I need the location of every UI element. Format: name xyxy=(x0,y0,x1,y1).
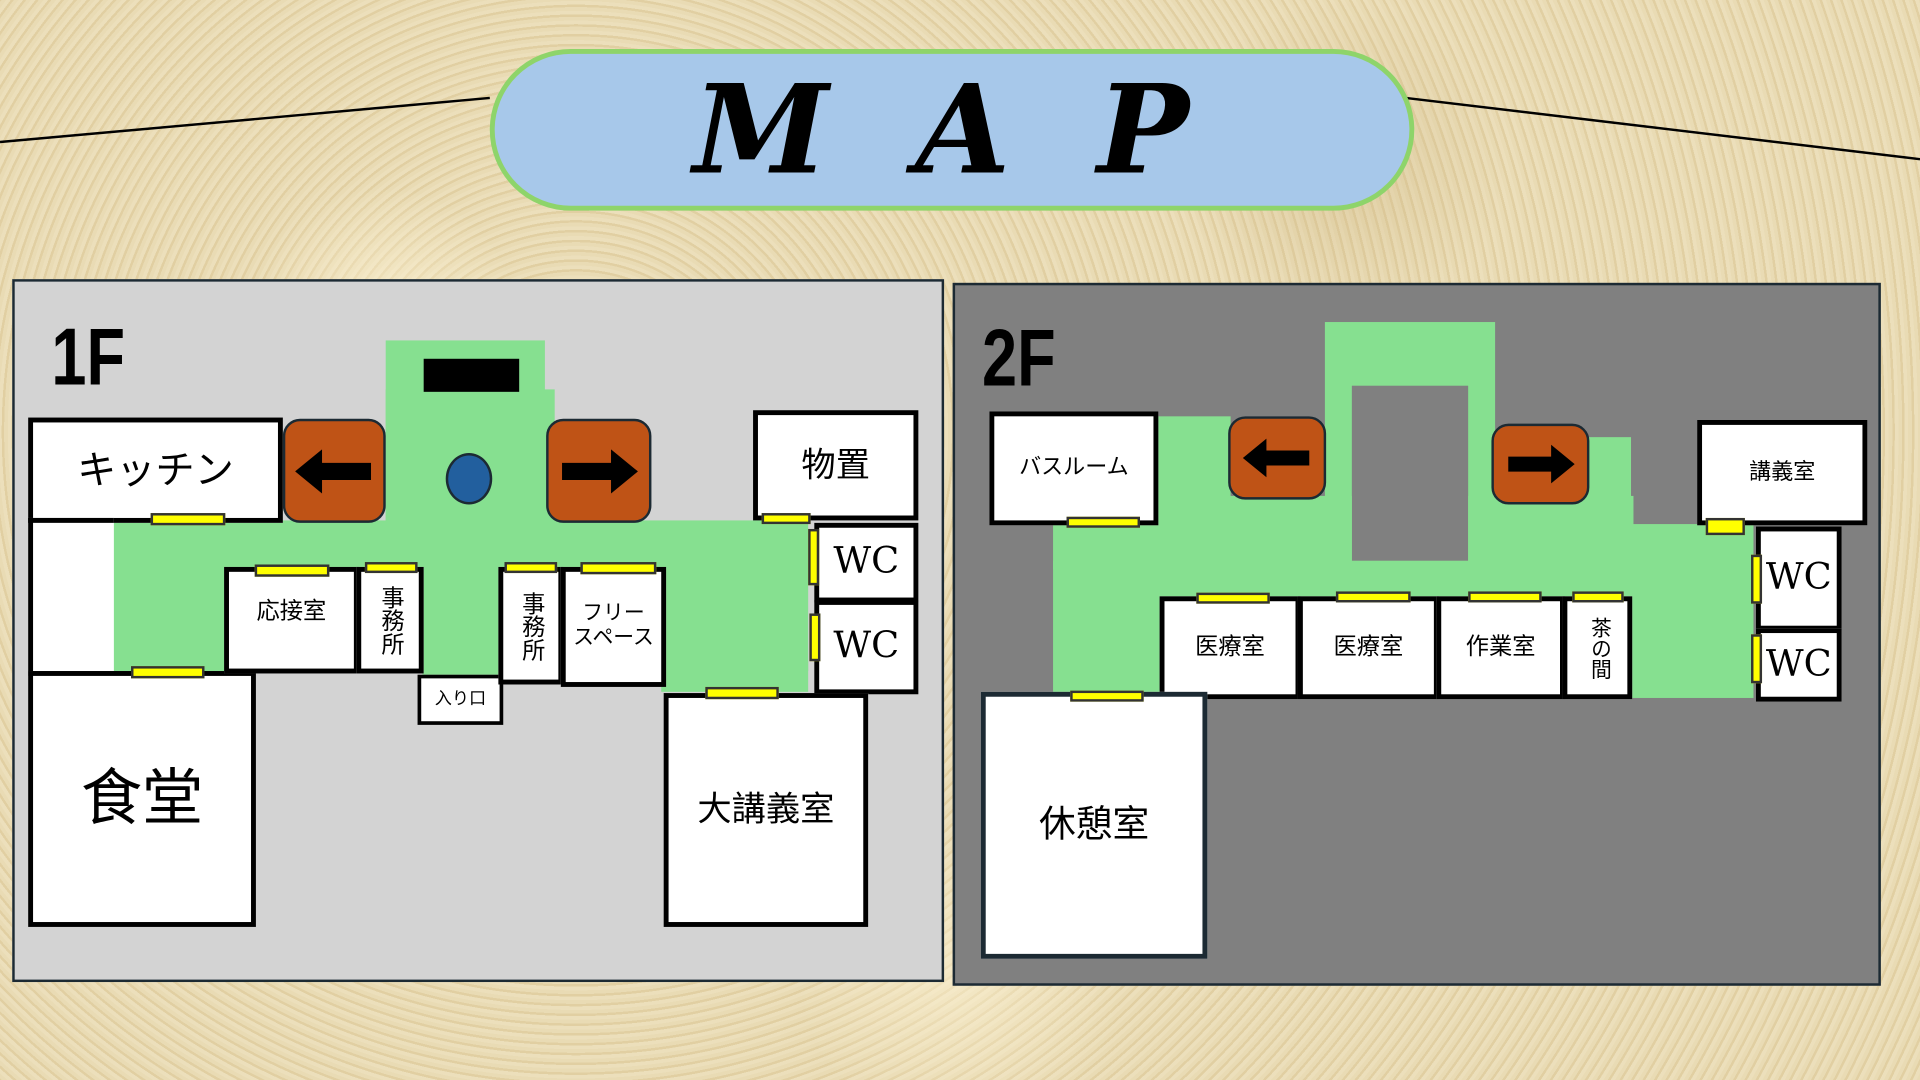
blue-circle-marker xyxy=(445,453,493,505)
door xyxy=(705,686,779,700)
page-title: M A P xyxy=(692,57,1212,203)
arrow-left-icon xyxy=(295,448,372,493)
door xyxy=(254,564,330,577)
room-side xyxy=(28,517,114,676)
door xyxy=(808,528,820,586)
room-kitchen: キッチン xyxy=(28,417,283,523)
map-slide: M A P 1F キッチン 食堂 応接室 事務所 入り口 事務所 フリースペース… xyxy=(0,0,1920,1080)
room-large-lecture: 大講義室 xyxy=(663,693,869,927)
stairs-left-button[interactable] xyxy=(1228,416,1327,500)
arrow-right-icon xyxy=(562,448,638,493)
door xyxy=(1196,592,1270,604)
room-workroom: 作業室 xyxy=(1436,596,1565,700)
door xyxy=(761,513,811,525)
door xyxy=(580,562,657,575)
corridor xyxy=(1157,416,1231,503)
door xyxy=(1751,554,1763,604)
room-office-1: 事務所 xyxy=(356,566,424,674)
right-line xyxy=(1405,96,1920,161)
corridor xyxy=(1468,495,1634,570)
room-tea-room: 茶の間 xyxy=(1562,596,1633,700)
corridor xyxy=(110,520,809,672)
room-lounge: 休憩室 xyxy=(980,691,1208,959)
room-free-space: フリースペース xyxy=(560,566,667,687)
door xyxy=(1572,591,1624,603)
door xyxy=(150,513,226,526)
arrow-left-icon xyxy=(1242,438,1310,478)
room-medical-2: 医療室 xyxy=(1297,596,1439,700)
room-reception: 応接室 xyxy=(224,566,359,674)
room-wc-1: WC xyxy=(1755,526,1842,631)
room-bathroom: バスルーム xyxy=(989,411,1159,526)
floor2-label: 2F xyxy=(982,312,1056,403)
stairs-left-button[interactable] xyxy=(282,418,386,523)
door xyxy=(1468,591,1542,603)
title-banner: M A P xyxy=(489,48,1415,211)
room-dining: 食堂 xyxy=(28,671,256,927)
door xyxy=(1751,634,1763,684)
left-line xyxy=(0,96,490,144)
black-block xyxy=(423,358,520,392)
room-medical-1: 医療室 xyxy=(1159,596,1301,700)
void xyxy=(1351,385,1469,561)
door xyxy=(809,613,821,662)
floor1-label: 1F xyxy=(51,311,126,402)
door xyxy=(1705,517,1745,536)
stairs-right-button[interactable] xyxy=(1491,423,1590,505)
stairs-right-button[interactable] xyxy=(546,418,652,523)
room-wc-2: WC xyxy=(1755,628,1842,702)
door xyxy=(504,562,558,574)
corridor xyxy=(1585,437,1632,505)
arrow-right-icon xyxy=(1508,444,1575,484)
door xyxy=(364,562,418,574)
door xyxy=(1070,690,1144,702)
room-storage: 物置 xyxy=(753,410,919,521)
room-wc-2: WC xyxy=(814,600,919,695)
room-office-2: 事務所 xyxy=(498,566,564,685)
door xyxy=(1066,516,1141,528)
door xyxy=(131,666,205,679)
door xyxy=(1335,591,1411,603)
room-wc-1: WC xyxy=(814,522,919,603)
entrance[interactable]: 入り口 xyxy=(417,674,504,725)
room-lecture: 講義室 xyxy=(1697,420,1868,526)
